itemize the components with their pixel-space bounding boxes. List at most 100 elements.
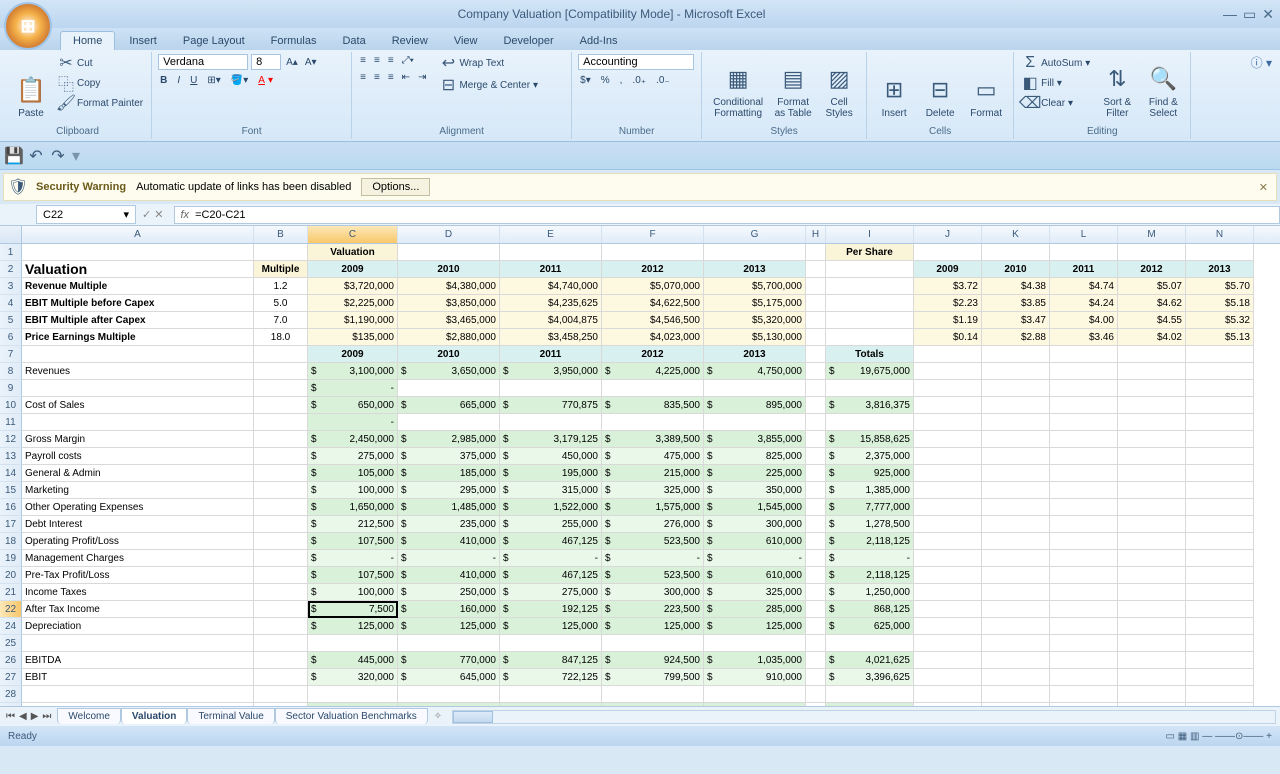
cell[interactable] bbox=[254, 601, 308, 618]
cell[interactable]: $645,000 bbox=[398, 669, 500, 686]
cell[interactable]: Price Earnings Multiple bbox=[22, 329, 254, 346]
cell[interactable]: $450,000 bbox=[500, 448, 602, 465]
row-header[interactable]: 25 bbox=[0, 635, 22, 652]
row-header[interactable]: 17 bbox=[0, 516, 22, 533]
cell[interactable] bbox=[1186, 584, 1254, 601]
cell[interactable]: Multiple bbox=[254, 261, 308, 278]
cell[interactable] bbox=[826, 278, 914, 295]
row-header[interactable]: 2 bbox=[0, 261, 22, 278]
cell[interactable]: 2009 bbox=[308, 261, 398, 278]
cell[interactable] bbox=[1186, 431, 1254, 448]
cell[interactable]: $250,000 bbox=[398, 584, 500, 601]
cell[interactable] bbox=[1050, 550, 1118, 567]
cell[interactable]: $3.46 bbox=[1050, 329, 1118, 346]
cell[interactable] bbox=[914, 533, 982, 550]
cell[interactable]: $160,000 bbox=[398, 601, 500, 618]
cell[interactable]: $100,000 bbox=[308, 482, 398, 499]
cell[interactable] bbox=[806, 261, 826, 278]
cell[interactable] bbox=[500, 686, 602, 703]
cell[interactable] bbox=[398, 244, 500, 261]
row-header[interactable]: 18 bbox=[0, 533, 22, 550]
cell[interactable] bbox=[1186, 686, 1254, 703]
cell[interactable] bbox=[914, 431, 982, 448]
cell[interactable]: $1,650,000 bbox=[308, 499, 398, 516]
cell[interactable]: $3,458,250 bbox=[500, 329, 602, 346]
cell[interactable] bbox=[1118, 346, 1186, 363]
cell[interactable] bbox=[914, 601, 982, 618]
col-header[interactable]: E bbox=[500, 226, 602, 243]
grid-row[interactable]: 5EBIT Multiple after Capex7.0$1,190,000$… bbox=[0, 312, 1280, 329]
cell[interactable]: $212,500 bbox=[308, 516, 398, 533]
cell[interactable] bbox=[1050, 431, 1118, 448]
cell[interactable]: $107,500 bbox=[308, 533, 398, 550]
cell[interactable]: $5,320,000 bbox=[704, 312, 806, 329]
cell[interactable] bbox=[914, 516, 982, 533]
cell[interactable] bbox=[982, 414, 1050, 431]
cell[interactable] bbox=[982, 550, 1050, 567]
cell[interactable]: 2011 bbox=[500, 261, 602, 278]
cell[interactable] bbox=[602, 686, 704, 703]
grid-row[interactable]: 25 bbox=[0, 635, 1280, 652]
cell[interactable] bbox=[806, 295, 826, 312]
cell[interactable] bbox=[982, 618, 1050, 635]
cell[interactable] bbox=[254, 516, 308, 533]
cell[interactable] bbox=[914, 363, 982, 380]
bold-button[interactable]: B bbox=[158, 74, 169, 87]
cell[interactable]: $320,000 bbox=[308, 669, 398, 686]
cell[interactable]: $105,000 bbox=[308, 465, 398, 482]
cell[interactable] bbox=[254, 703, 308, 706]
cell[interactable]: $1,190,000 bbox=[308, 312, 398, 329]
cell[interactable]: $215,000 bbox=[602, 465, 704, 482]
cell[interactable]: Management Charges bbox=[22, 550, 254, 567]
cell[interactable]: $- bbox=[308, 550, 398, 567]
cell[interactable]: EBITDA bbox=[22, 652, 254, 669]
cell[interactable] bbox=[254, 431, 308, 448]
cell[interactable]: $195,000 bbox=[500, 465, 602, 482]
cell[interactable]: $125,000 bbox=[398, 618, 500, 635]
tab-home[interactable]: Home bbox=[60, 31, 115, 50]
orientation-button[interactable]: ⤢▾ bbox=[400, 54, 416, 67]
security-options-button[interactable]: Options... bbox=[361, 178, 430, 196]
cell[interactable] bbox=[22, 380, 254, 397]
new-sheet-icon[interactable]: ✧ bbox=[428, 711, 448, 722]
cell[interactable]: Operating Profit/Loss bbox=[22, 533, 254, 550]
cell[interactable] bbox=[826, 414, 914, 431]
cell[interactable]: $625,000 bbox=[826, 618, 914, 635]
cell[interactable]: $4,225,000 bbox=[602, 363, 704, 380]
conditional-formatting-button[interactable]: ▦Conditional Formatting bbox=[708, 54, 768, 120]
cell[interactable] bbox=[806, 363, 826, 380]
grid-row[interactable]: 22After Tax Income$7,500$160,000$192,125… bbox=[0, 601, 1280, 618]
cell[interactable] bbox=[254, 499, 308, 516]
cell[interactable]: Revenue Multiple bbox=[22, 278, 254, 295]
cell[interactable] bbox=[806, 329, 826, 346]
cell[interactable] bbox=[1186, 669, 1254, 686]
redo-icon[interactable]: ↷ bbox=[50, 148, 66, 164]
cell[interactable] bbox=[500, 635, 602, 652]
row-header[interactable]: 5 bbox=[0, 312, 22, 329]
cell[interactable]: $648,500 bbox=[602, 703, 704, 706]
cell[interactable] bbox=[806, 431, 826, 448]
row-header[interactable]: 27 bbox=[0, 669, 22, 686]
cell[interactable] bbox=[704, 244, 806, 261]
cell[interactable]: $475,000 bbox=[602, 448, 704, 465]
italic-button[interactable]: I bbox=[175, 74, 182, 87]
cut-button[interactable]: ✂Cut bbox=[56, 54, 145, 72]
cell[interactable]: $1,522,000 bbox=[500, 499, 602, 516]
cell[interactable] bbox=[1118, 703, 1186, 706]
col-header[interactable]: D bbox=[398, 226, 500, 243]
cell[interactable] bbox=[914, 448, 982, 465]
office-button[interactable]: ⊞ bbox=[4, 2, 52, 50]
col-header[interactable]: H bbox=[806, 226, 826, 243]
cell[interactable] bbox=[982, 686, 1050, 703]
cell[interactable] bbox=[1050, 703, 1118, 706]
col-header[interactable]: K bbox=[982, 226, 1050, 243]
cell[interactable] bbox=[308, 635, 398, 652]
cell[interactable] bbox=[806, 278, 826, 295]
cell[interactable] bbox=[826, 635, 914, 652]
cell[interactable]: $445,000 bbox=[308, 652, 398, 669]
undo-icon[interactable]: ↶ bbox=[28, 148, 44, 164]
cell[interactable]: $7,500 bbox=[308, 601, 398, 618]
cell[interactable]: $1,575,000 bbox=[602, 499, 704, 516]
cell[interactable]: $847,125 bbox=[500, 652, 602, 669]
cell[interactable] bbox=[914, 618, 982, 635]
